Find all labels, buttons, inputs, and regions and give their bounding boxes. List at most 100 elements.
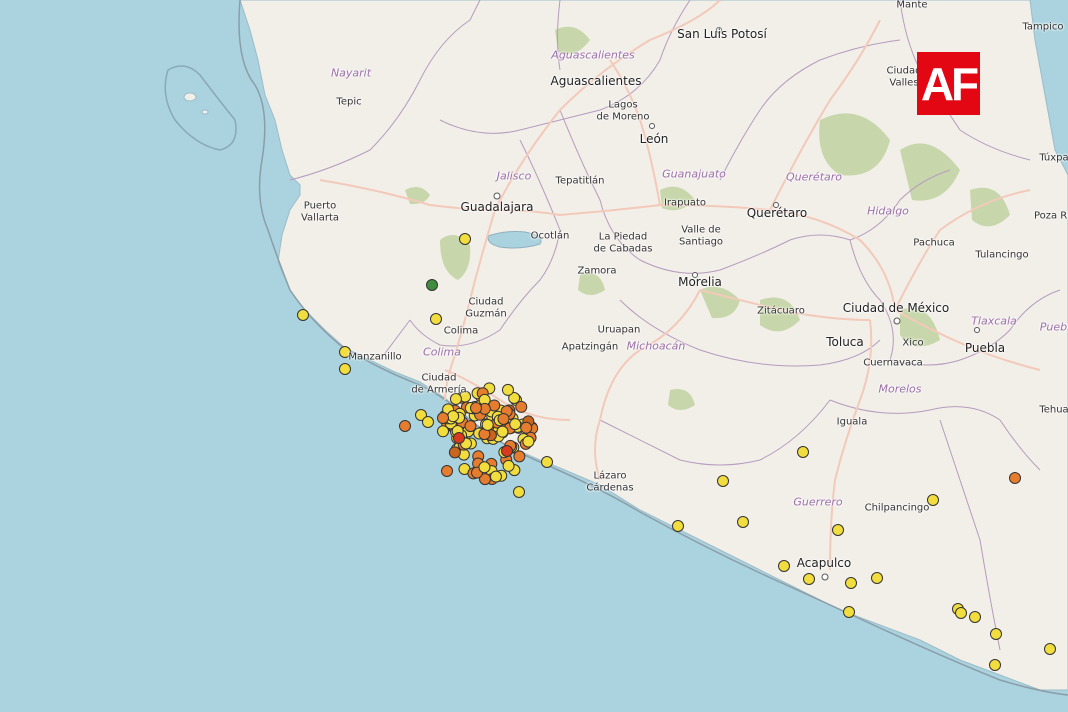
quake-marker[interactable] xyxy=(520,421,533,434)
quake-marker[interactable] xyxy=(501,445,513,457)
quake-marker[interactable] xyxy=(478,461,491,474)
quake-marker[interactable] xyxy=(453,432,465,444)
place-label-tulancingo: Tulancingo xyxy=(975,249,1029,261)
quake-marker[interactable] xyxy=(430,313,442,325)
quake-marker[interactable] xyxy=(969,611,981,623)
place-label-tehua: Tehua xyxy=(1039,404,1068,416)
quake-marker[interactable] xyxy=(489,470,502,483)
quake-marker[interactable] xyxy=(422,416,434,428)
quake-marker[interactable] xyxy=(447,410,460,423)
quake-marker[interactable] xyxy=(845,577,857,589)
place-label-ags: Aguascalientes xyxy=(550,74,642,89)
map-view[interactable]: Mante Tampico San Luis Potosí Aguascaliente… xyxy=(0,0,1068,712)
quake-marker[interactable] xyxy=(955,607,967,619)
quake-marker[interactable] xyxy=(803,573,815,585)
place-label-zitacuaro: Zitácuaro xyxy=(757,305,805,317)
quake-marker[interactable] xyxy=(448,446,461,459)
place-label-acapulco: Acapulco xyxy=(796,556,852,571)
quake-marker[interactable] xyxy=(297,309,309,321)
logo-text: AF xyxy=(920,57,979,110)
quake-marker[interactable] xyxy=(737,516,749,528)
quake-marker[interactable] xyxy=(437,425,450,438)
place-label-toluca: Toluca xyxy=(826,335,864,350)
place-label-guerrero: Guerrero xyxy=(793,495,843,509)
place-label-tepatitlan: Tepatitlán xyxy=(555,175,605,187)
quake-marker[interactable] xyxy=(522,435,535,448)
place-label-ocotlan: Ocotlán xyxy=(530,230,570,242)
place-label-leon: León xyxy=(639,132,669,147)
place-label-puebla: Puebla xyxy=(964,341,1006,356)
quake-marker[interactable] xyxy=(501,383,514,396)
place-label-manzanillo: Manzanillo xyxy=(348,351,402,363)
place-label-apatzingan: Apatzingán xyxy=(561,341,619,353)
place-label-colima: Colima xyxy=(443,325,479,337)
quake-marker[interactable] xyxy=(513,486,525,498)
quake-marker[interactable] xyxy=(989,659,1001,671)
map-canvas xyxy=(164,0,1068,696)
quake-marker[interactable] xyxy=(990,628,1002,640)
place-label-slp: San Luis Potosí xyxy=(677,27,767,42)
islas-marias xyxy=(164,65,237,151)
place-label-morelia: Morelia xyxy=(678,275,722,290)
quake-marker[interactable] xyxy=(399,420,411,432)
place-label-valle-santiago: Valle de Santiago xyxy=(678,224,724,248)
place-label-cdmx: Ciudad de México xyxy=(842,301,950,316)
quake-marker[interactable] xyxy=(778,560,790,572)
place-label-hidalgo: Hidalgo xyxy=(867,204,909,218)
place-label-michoacan: Michoacán xyxy=(626,339,686,353)
place-label-tepic: Tepic xyxy=(336,96,362,108)
place-label-nayarit: Nayarit xyxy=(330,66,372,80)
place-label-tampico: Tampico xyxy=(1022,21,1064,33)
place-label-tuxpan: Túxpa xyxy=(1039,152,1068,164)
place-label-xico: Xico xyxy=(902,337,924,349)
place-label-guanajuato: Guanajuato xyxy=(662,167,726,181)
place-label-chilpancingo: Chilpancingo xyxy=(864,502,930,514)
place-label-lapiedad: La Piedad de Cabadas xyxy=(593,231,653,255)
place-label-colima-state: Colima xyxy=(423,345,461,359)
af-logo: AF xyxy=(917,52,980,115)
place-label-puebla-state: Puebl xyxy=(1039,320,1068,334)
quake-marker[interactable] xyxy=(871,572,883,584)
place-label-queretaro-state: Querétaro xyxy=(786,170,842,184)
quake-marker[interactable] xyxy=(1044,643,1056,655)
quake-marker[interactable] xyxy=(437,412,449,424)
place-label-armeria: Ciudad de Armería xyxy=(411,372,467,396)
quake-marker[interactable] xyxy=(509,418,522,431)
place-label-iguala: Iguala xyxy=(836,416,868,428)
quake-marker[interactable] xyxy=(459,233,471,245)
place-label-lazaro: Lázaro Cárdenas xyxy=(586,470,634,494)
place-label-zamora: Zamora xyxy=(577,265,617,277)
quake-marker[interactable] xyxy=(672,520,684,532)
place-label-lagos: Lagos de Moreno xyxy=(596,99,650,123)
quake-marker[interactable] xyxy=(464,420,477,433)
place-label-pvallarta: Puerto Vallarta xyxy=(300,200,340,224)
place-label-queretaro: Querétaro xyxy=(746,206,808,221)
place-label-irapuato: Irapuato xyxy=(663,197,707,209)
place-label-pozarica: Poza Ri xyxy=(1033,210,1068,222)
place-label-jalisco: Jalisco xyxy=(496,169,532,183)
quake-marker[interactable] xyxy=(717,475,729,487)
quake-marker[interactable] xyxy=(832,524,844,536)
quake-marker[interactable] xyxy=(502,459,515,472)
quake-marker[interactable] xyxy=(843,606,855,618)
quake-marker[interactable] xyxy=(339,363,351,375)
quake-marker[interactable] xyxy=(1009,472,1021,484)
quake-marker[interactable] xyxy=(797,446,809,458)
quake-marker[interactable] xyxy=(426,279,438,291)
place-label-uruapan: Uruapan xyxy=(597,324,641,336)
quake-marker[interactable] xyxy=(481,418,494,431)
place-label-morelos: Morelos xyxy=(878,382,922,396)
quake-marker[interactable] xyxy=(496,425,509,438)
quake-marker[interactable] xyxy=(441,465,453,477)
place-label-ags-state: Aguascalientes xyxy=(551,48,635,62)
place-label-tlaxcala: Tlaxcala xyxy=(971,314,1017,328)
quake-marker[interactable] xyxy=(541,456,553,468)
place-label-mante: Mante xyxy=(896,0,928,11)
quake-marker[interactable] xyxy=(470,402,482,414)
place-label-guadalajara: Guadalajara xyxy=(460,200,534,215)
place-label-pachuca: Pachuca xyxy=(913,237,955,249)
quake-marker[interactable] xyxy=(497,412,510,425)
place-label-ciudad-guzman: Ciudad Guzmán xyxy=(465,296,507,320)
place-label-cuernavaca: Cuernavaca xyxy=(863,357,923,369)
quake-marker[interactable] xyxy=(513,450,526,463)
